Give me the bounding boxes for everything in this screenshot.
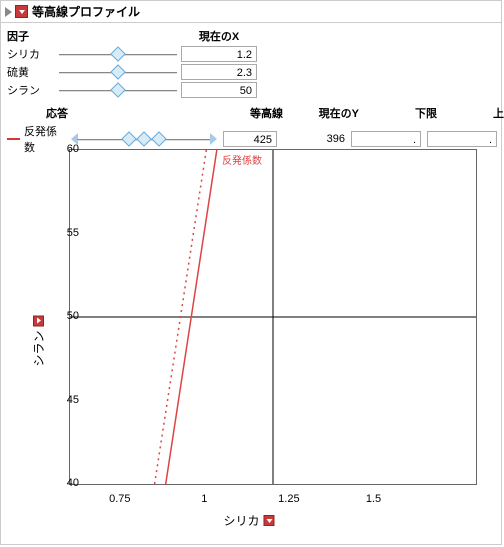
factor-value-sulfur[interactable]: 2.3 (181, 64, 257, 80)
response-header-row: 応答 等高線 現在のY 下限 上限 (7, 105, 495, 121)
x-axis-label-group: シリカ (223, 512, 278, 529)
currenty-value: 396 (283, 133, 345, 145)
y-axis-label-group: シラン (30, 311, 47, 366)
y-tick-label: 60 (59, 143, 79, 155)
x-tick-label: 1.25 (278, 493, 299, 505)
contour-annotation: 反発係数 (222, 154, 262, 167)
x-tick-label: 0.75 (109, 493, 130, 505)
contour-profiler-panel: 等高線プロファイル 因子 現在のX シリカ 1.2 硫黄 2.3 シラン (0, 0, 502, 545)
slider-thumb-icon[interactable] (122, 131, 138, 147)
currentx-header: 現在のX (181, 28, 257, 44)
factor-slider-sulfur[interactable] (59, 65, 177, 79)
contour-svg: 反発係数 (70, 150, 476, 484)
arrow-right-icon[interactable] (210, 133, 217, 145)
factor-slider-silane[interactable] (59, 83, 177, 97)
y-tick-label: 55 (59, 227, 79, 239)
slider-thumb-icon[interactable] (136, 131, 152, 147)
contour-header: 等高線 (219, 105, 283, 121)
factor-value-silane[interactable]: 50 (181, 82, 257, 98)
factor-slider-silica[interactable] (59, 47, 177, 61)
slider-thumb-icon[interactable] (110, 82, 126, 98)
panel-title: 等高線プロファイル (32, 3, 140, 20)
contour-plot[interactable]: 反発係数 (69, 149, 477, 485)
hi-header: 上限 (443, 105, 504, 121)
panel-titlebar: 等高線プロファイル (1, 1, 501, 23)
x-axis-menu-icon[interactable] (264, 515, 275, 526)
panel-menu-icon[interactable] (15, 5, 28, 18)
disclosure-triangle-icon[interactable] (5, 7, 12, 17)
y-axis-label: シラン (30, 330, 47, 366)
factors-header: 因子 (7, 28, 55, 44)
y-tick-label: 40 (59, 477, 79, 489)
response-row: 反発係数 425 396 . . (7, 123, 495, 141)
hi-value[interactable]: . (427, 131, 497, 147)
slider-thumb-icon[interactable] (110, 46, 126, 62)
y-tick-label: 45 (59, 394, 79, 406)
contour-chart-area: 反発係数 60 55 50 45 40 0.75 1 1.25 1.5 シラン … (11, 149, 491, 529)
contour-value[interactable]: 425 (223, 131, 277, 147)
slider-thumb-icon[interactable] (151, 131, 167, 147)
currenty-header: 現在のY (289, 105, 359, 121)
factor-label: シリカ (7, 46, 55, 62)
lo-value[interactable]: . (351, 131, 421, 147)
factor-value-silica[interactable]: 1.2 (181, 46, 257, 62)
factor-label: 硫黄 (7, 64, 55, 80)
response-range-slider[interactable] (71, 132, 217, 146)
slider-thumb-icon[interactable] (110, 64, 126, 80)
factor-label: シラン (7, 82, 55, 98)
response-header: 応答 (7, 105, 107, 121)
x-tick-label: 1 (201, 493, 207, 505)
x-tick-label: 1.5 (366, 493, 381, 505)
y-axis-menu-icon[interactable] (33, 315, 44, 326)
y-tick-label: 50 (59, 310, 79, 322)
x-axis-label: シリカ (223, 512, 259, 529)
factors-grid: 因子 現在のX シリカ 1.2 硫黄 2.3 シラン 50 (7, 27, 495, 99)
lo-header: 下限 (365, 105, 437, 121)
